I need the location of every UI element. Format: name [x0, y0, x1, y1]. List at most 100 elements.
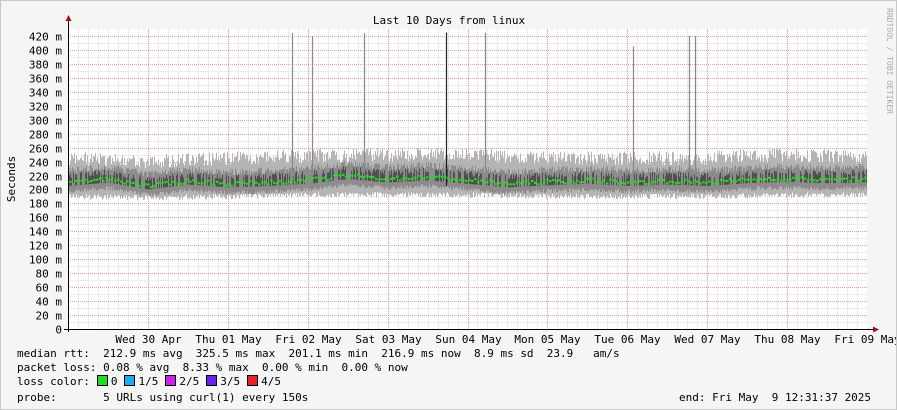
y-tick-label: 400 m — [29, 45, 62, 58]
median-point — [147, 183, 150, 186]
median-point — [372, 176, 375, 179]
loss-color-swatch-label: 1/5 — [138, 375, 159, 388]
median-point — [204, 180, 207, 183]
median-point — [228, 183, 231, 186]
median-point — [300, 179, 303, 182]
median-point — [522, 180, 525, 183]
median-point — [591, 177, 594, 180]
median-point — [609, 178, 612, 181]
x-tick-label: Wed 30 Apr — [115, 333, 182, 346]
median-point — [453, 178, 456, 181]
median-point — [171, 180, 174, 183]
median-point — [180, 182, 183, 185]
median-point — [564, 182, 567, 185]
x-tick-label: Sat 03 May — [355, 333, 422, 346]
median-point — [843, 177, 846, 180]
median-point — [777, 177, 780, 180]
x-tick-label: Fri 09 May — [834, 333, 896, 346]
loss-color-swatch — [165, 375, 177, 386]
y-tick-label: 160 m — [29, 212, 62, 225]
median-point — [72, 183, 75, 186]
median-point — [534, 181, 537, 184]
loss-color-item: 3/5 — [206, 375, 240, 388]
y-tick-label: 140 m — [29, 226, 62, 239]
median-point — [198, 182, 201, 185]
median-point — [399, 179, 402, 182]
loss-color-swatch — [96, 375, 108, 386]
median-point — [855, 180, 858, 183]
loss-color-label: loss color: — [17, 375, 90, 388]
median-point — [762, 178, 765, 181]
loss-color-swatch-label: 0 — [110, 375, 118, 388]
median-point — [672, 181, 675, 184]
median-point — [516, 181, 519, 184]
median-point — [606, 182, 609, 185]
median-point — [711, 182, 714, 185]
median-point — [234, 181, 237, 184]
median-point — [240, 182, 243, 185]
median-point — [621, 182, 624, 185]
median-point — [390, 177, 393, 180]
loss-color-swatch-label: 3/5 — [220, 375, 241, 388]
median-point — [822, 176, 825, 179]
loss-color-item: 1/5 — [124, 375, 158, 388]
median-point — [600, 181, 603, 184]
median-point — [474, 178, 477, 181]
median-point — [477, 181, 480, 184]
median-point — [708, 180, 711, 183]
median-point — [255, 181, 258, 184]
median-point — [243, 181, 246, 184]
median-point — [795, 177, 798, 180]
median-point — [186, 178, 189, 181]
median-point — [138, 184, 141, 187]
median-point — [225, 184, 228, 187]
median-point — [861, 177, 864, 180]
median-point — [132, 182, 135, 185]
loss-color-swatch — [124, 375, 136, 386]
median-point — [315, 176, 318, 179]
median-point — [528, 182, 531, 185]
x-tick-label: Wed 07 May — [674, 333, 741, 346]
y-axis-label: Seconds — [5, 156, 18, 202]
y-tick-label: 200 m — [29, 184, 62, 197]
median-point — [246, 182, 249, 185]
chart-title: Last 10 Days from linux — [373, 14, 526, 27]
median-point — [408, 178, 411, 181]
loss-color-swatches: 0 1/5 2/5 3/5 4/5 — [90, 375, 281, 388]
median-point — [738, 178, 741, 181]
median-point — [756, 179, 759, 182]
median-point — [561, 180, 564, 183]
median-point — [285, 182, 288, 185]
x-tick-label: Sun 04 May — [435, 333, 502, 346]
median-point — [99, 177, 102, 180]
median-point — [741, 177, 744, 180]
loss-color-swatch-label: 2/5 — [179, 375, 200, 388]
median-point — [468, 179, 471, 182]
median-point — [249, 180, 252, 183]
loss-color-swatch — [247, 375, 259, 386]
x-tick-label: Fri 02 May — [275, 333, 342, 346]
plot-area: 020 m40 m60 m80 m100 m120 m140 m160 m180… — [29, 15, 896, 346]
median-point — [603, 179, 606, 182]
median-point — [210, 183, 213, 186]
median-point — [639, 180, 642, 183]
x-tick-label: Mon 05 May — [514, 333, 581, 346]
median-point — [465, 179, 468, 182]
median-point — [657, 178, 660, 181]
median-point — [375, 178, 378, 181]
y-tick-label: 260 m — [29, 143, 62, 156]
median-point — [801, 176, 804, 179]
median-point — [717, 182, 720, 185]
median-point — [450, 179, 453, 182]
median-point — [864, 176, 867, 179]
median-point — [447, 177, 450, 180]
median-point — [669, 180, 672, 183]
median-point — [630, 179, 633, 182]
median-point — [291, 178, 294, 181]
median-point — [435, 175, 438, 178]
median-point — [78, 179, 81, 182]
median-point — [312, 177, 315, 180]
median-point — [192, 179, 195, 182]
median-point — [150, 186, 153, 189]
median-point — [87, 180, 90, 183]
